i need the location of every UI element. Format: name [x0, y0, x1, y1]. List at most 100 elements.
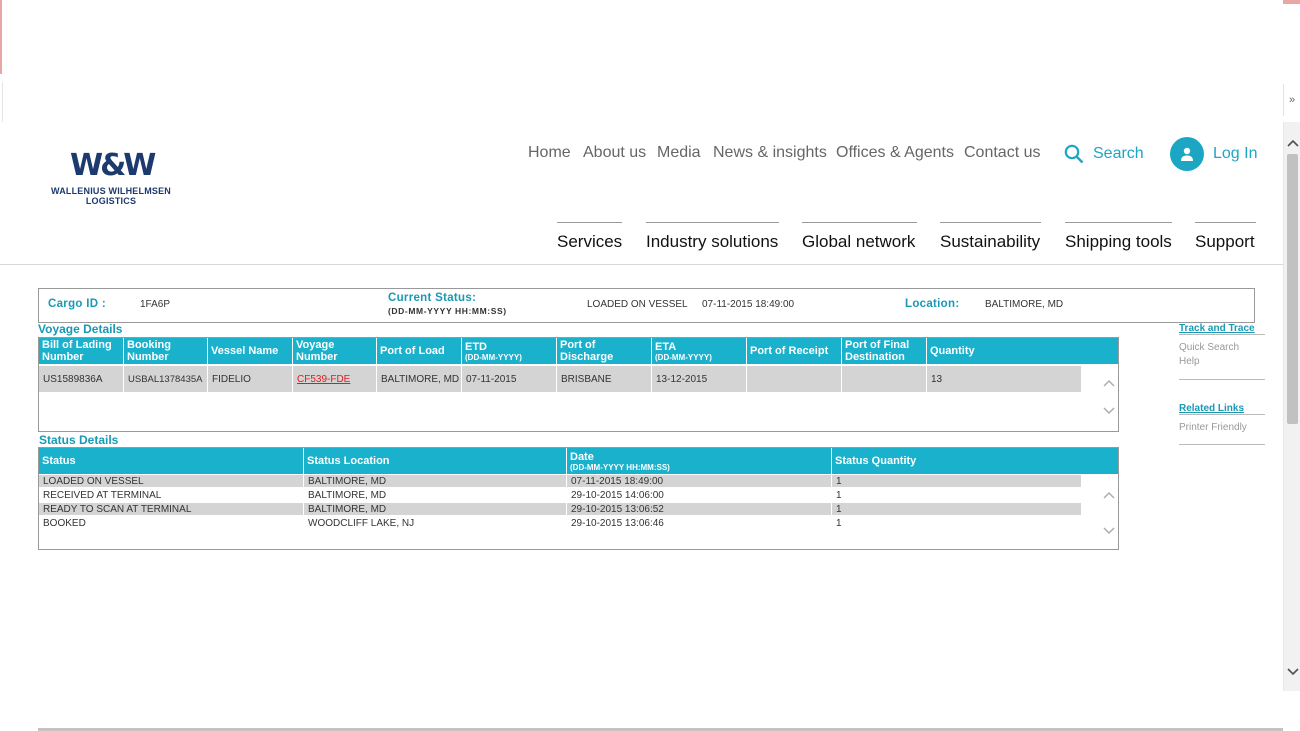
table-cell: FIDELIO	[208, 366, 293, 392]
nav-services[interactable]: Services	[557, 232, 622, 252]
related-links-link[interactable]: Related Links	[1179, 403, 1244, 414]
login-button[interactable]: Log In	[1170, 136, 1257, 172]
voyage-details-table: Bill of Lading Number Booking Number Ves…	[38, 337, 1119, 432]
nav-divider	[940, 222, 1041, 223]
nav-offices-agents[interactable]: Offices & Agents	[836, 144, 954, 162]
nav-divider	[557, 222, 622, 223]
status-date-format: (DD-MM-YYYY HH:MM:SS)	[388, 306, 507, 316]
scroll-thumb[interactable]	[1287, 154, 1298, 424]
table-cell: BALTIMORE, MD	[304, 503, 567, 515]
brand-logo[interactable]: W&W WALLENIUS WILHELMSEN LOGISTICS	[44, 148, 184, 208]
scroll-up-icon[interactable]	[1101, 488, 1117, 502]
table-cell: 07-11-2015 18:49:00	[567, 475, 832, 487]
search-button[interactable]: Search	[1064, 142, 1144, 166]
table-cell: LOADED ON VESSEL	[39, 475, 304, 487]
table-cell: READY TO SCAN AT TERMINAL	[39, 503, 304, 515]
nav-global-network[interactable]: Global network	[802, 232, 915, 252]
nav-sustainability[interactable]: Sustainability	[940, 232, 1040, 252]
table-cell: 07-11-2015	[462, 366, 557, 392]
table-cell: 29-10-2015 13:06:46	[567, 517, 832, 529]
table-cell: 13-12-2015	[652, 366, 747, 392]
scroll-down-icon[interactable]	[1101, 524, 1117, 538]
table-cell: USBAL1378435A	[124, 366, 208, 392]
location-value: BALTIMORE, MD	[985, 299, 1064, 310]
table-cell: BALTIMORE, MD	[377, 366, 462, 392]
window-edge	[1283, 0, 1300, 4]
page-scrollbar[interactable]	[1283, 122, 1300, 691]
divider	[1179, 444, 1265, 445]
nav-shipping-tools[interactable]: Shipping tools	[1065, 232, 1172, 252]
table-cell: US1589836A	[39, 366, 124, 392]
user-icon	[1170, 137, 1204, 171]
column-header: Booking Number	[124, 338, 208, 364]
table-cell: BALTIMORE, MD	[304, 475, 567, 487]
current-status-label: Current Status:	[388, 292, 477, 304]
login-label: Log In	[1213, 145, 1258, 162]
divider	[1179, 334, 1265, 335]
nav-news-insights[interactable]: News & insights	[713, 144, 827, 162]
table-cell: BRISBANE	[557, 366, 652, 392]
scroll-up-icon[interactable]	[1284, 134, 1300, 152]
track-and-trace-link[interactable]: Track and Trace	[1179, 323, 1255, 334]
nav-divider	[1065, 222, 1172, 223]
nav-about-us[interactable]: About us	[583, 144, 646, 162]
nav-home[interactable]: Home	[528, 144, 571, 162]
current-status-time: 07-11-2015 18:49:00	[702, 299, 795, 310]
logo-mark: W&W	[70, 148, 156, 183]
status-details-table: Status Status Location Date (DD-MM-YYYY H…	[38, 447, 1119, 550]
column-header: Port of Receipt	[747, 338, 842, 364]
column-header: Date (DD-MM-YYYY HH:MM:SS)	[567, 448, 832, 474]
column-header: Status	[39, 448, 304, 474]
nav-divider	[802, 222, 917, 223]
status-header-row: Status Status Location Date (DD-MM-YYYY H…	[39, 448, 1118, 474]
nav-divider	[1195, 222, 1256, 223]
scroll-down-icon[interactable]	[1284, 663, 1300, 681]
cargo-id-label: Cargo ID :	[48, 298, 106, 310]
nav-divider	[646, 222, 779, 223]
scroll-up-icon[interactable]	[1101, 376, 1117, 390]
logo-text: WALLENIUS WILHELMSEN LOGISTICS	[51, 186, 171, 206]
location-label: Location:	[905, 298, 960, 310]
scroll-down-icon[interactable]	[1101, 404, 1117, 418]
printer-friendly-link[interactable]: Printer Friendly	[1179, 422, 1247, 433]
nav-support[interactable]: Support	[1195, 232, 1255, 252]
column-header: Voyage Number	[293, 338, 377, 364]
table-cell: 13	[931, 373, 943, 385]
divider	[1179, 414, 1265, 415]
nav-industry-solutions[interactable]: Industry solutions	[646, 232, 778, 252]
table-row: READY TO SCAN AT TERMINAL BALTIMORE, MD …	[39, 503, 1081, 515]
column-header: Quantity	[930, 345, 975, 357]
table-cell: 29-10-2015 14:06:00	[567, 489, 832, 501]
table-cell: 1	[836, 489, 842, 501]
quick-search-link[interactable]: Quick Search	[1179, 342, 1239, 353]
divider	[1179, 379, 1265, 380]
table-row: BOOKED WOODCLIFF LAKE, NJ 29-10-2015 13:…	[39, 517, 1081, 529]
help-link[interactable]: Help	[1179, 356, 1200, 367]
current-status-value: LOADED ON VESSEL	[587, 299, 688, 310]
expand-sidebar-button[interactable]: »	[1283, 84, 1300, 116]
column-header: Port of Discharge	[557, 338, 652, 364]
column-header: Bill of Lading Number	[39, 338, 124, 364]
column-header: ETA (DD-MM-YYYY)	[652, 338, 747, 364]
nav-media[interactable]: Media	[657, 144, 701, 162]
browser-top-area	[0, 0, 1300, 122]
column-header: Port of Final Destination	[842, 338, 927, 364]
table-cell: BOOKED	[39, 517, 304, 529]
frame-border	[0, 82, 3, 122]
table-cell: BALTIMORE, MD	[304, 489, 567, 501]
table-cell: RECEIVED AT TERMINAL	[39, 489, 304, 501]
status-details-title: Status Details	[39, 433, 119, 447]
nav-contact-us[interactable]: Contact us	[964, 144, 1040, 162]
window-edge	[0, 0, 2, 74]
cargo-summary: Cargo ID : 1FA6P Current Status: (DD-MM-…	[38, 288, 1255, 323]
voyage-details-title: Voyage Details	[38, 322, 123, 336]
table-cell: 1	[836, 503, 842, 515]
voyage-number-link[interactable]: CF539-FDE	[293, 366, 377, 392]
header-divider	[0, 264, 1283, 265]
search-icon	[1064, 144, 1084, 164]
cargo-id-value: 1FA6P	[140, 299, 171, 310]
table-cell	[842, 366, 927, 392]
column-header: Vessel Name	[208, 338, 293, 364]
column-header: Status Quantity	[835, 455, 917, 467]
table-cell: 1	[836, 475, 842, 487]
